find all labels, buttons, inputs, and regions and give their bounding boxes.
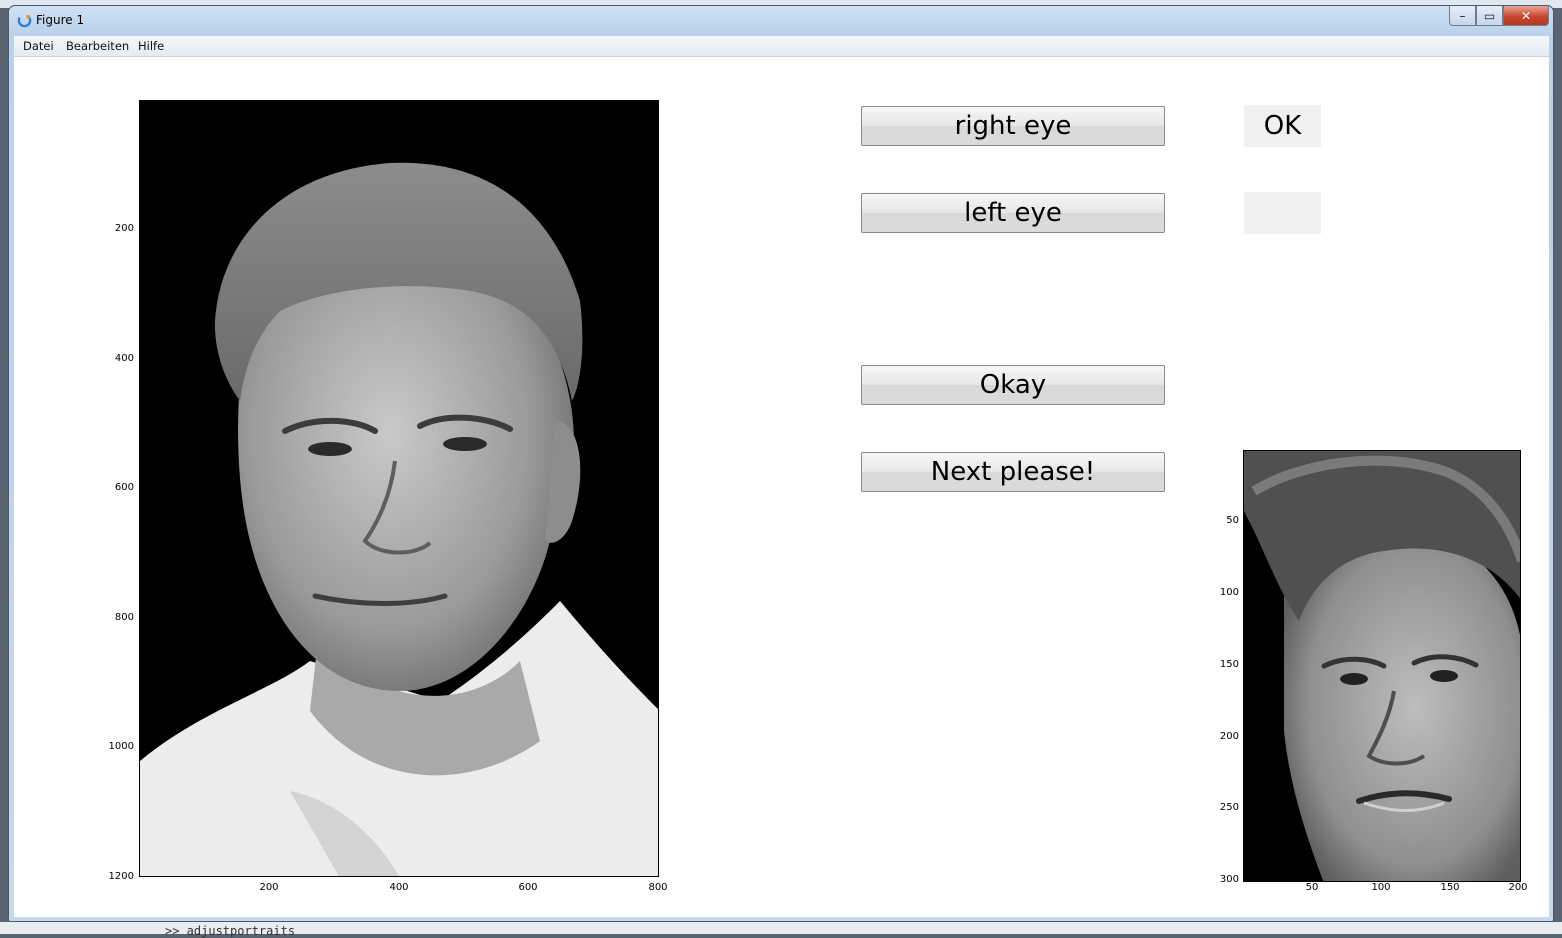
console-command: >> adjustportraits bbox=[165, 924, 296, 938]
thumb-y-tick: 50 bbox=[1226, 515, 1239, 526]
main-y-tick: 200 bbox=[114, 223, 134, 234]
figure-window: Figure 1 – ▭ ✕ Datei Bearbeiten Hilfe 20… bbox=[8, 5, 1554, 922]
next-please-button[interactable]: Next please! bbox=[861, 452, 1165, 492]
main-x-tick: 400 bbox=[389, 882, 409, 893]
menu-datei[interactable]: Datei bbox=[23, 39, 54, 53]
main-y-tick: 800 bbox=[114, 612, 134, 623]
thumb-y-tick: 300 bbox=[1219, 874, 1239, 885]
main-portrait-image[interactable] bbox=[140, 101, 659, 877]
main-y-tick: 1000 bbox=[108, 741, 134, 752]
window-title: Figure 1 bbox=[36, 13, 85, 27]
main-y-tick: 600 bbox=[114, 482, 134, 493]
thumbnail-portrait-image[interactable] bbox=[1244, 451, 1521, 882]
close-icon: ✕ bbox=[1520, 8, 1532, 23]
main-x-tick: 200 bbox=[259, 882, 279, 893]
figure-canvas: 200 400 600 800 1000 1200 200 400 600 80… bbox=[14, 57, 1549, 917]
maximize-button[interactable]: ▭ bbox=[1476, 6, 1503, 26]
main-portrait-axes[interactable] bbox=[139, 100, 659, 877]
main-x-tick: 800 bbox=[648, 882, 668, 893]
left-eye-status bbox=[1244, 192, 1321, 234]
thumb-y-tick: 250 bbox=[1219, 802, 1239, 813]
main-y-tick: 1200 bbox=[108, 871, 134, 882]
thumb-y-tick: 100 bbox=[1219, 587, 1239, 598]
close-button[interactable]: ✕ bbox=[1503, 6, 1549, 26]
menu-bearbeiten[interactable]: Bearbeiten bbox=[66, 39, 129, 53]
thumbnail-axes[interactable] bbox=[1243, 450, 1521, 882]
right-eye-status: OK bbox=[1244, 105, 1321, 147]
right-eye-button[interactable]: right eye bbox=[861, 106, 1165, 146]
main-y-tick: 400 bbox=[114, 353, 134, 364]
thumb-x-tick: 200 bbox=[1508, 882, 1528, 893]
minimize-button[interactable]: – bbox=[1449, 6, 1476, 26]
okay-button[interactable]: Okay bbox=[861, 365, 1165, 405]
menu-hilfe[interactable]: Hilfe bbox=[138, 39, 164, 53]
thumb-x-tick: 50 bbox=[1305, 882, 1319, 893]
minimize-icon: – bbox=[1459, 8, 1466, 23]
thumb-x-tick: 150 bbox=[1440, 882, 1460, 893]
title-bar[interactable]: Figure 1 – ▭ ✕ bbox=[9, 6, 1553, 36]
thumb-y-tick: 150 bbox=[1219, 659, 1239, 670]
menu-bar: Datei Bearbeiten Hilfe bbox=[14, 36, 1549, 57]
thumb-y-tick: 200 bbox=[1219, 731, 1239, 742]
thumb-x-tick: 100 bbox=[1371, 882, 1391, 893]
main-x-tick: 600 bbox=[518, 882, 538, 893]
matlab-figure-icon bbox=[17, 13, 32, 28]
maximize-icon: ▭ bbox=[1483, 8, 1496, 23]
left-eye-button[interactable]: left eye bbox=[861, 193, 1165, 233]
